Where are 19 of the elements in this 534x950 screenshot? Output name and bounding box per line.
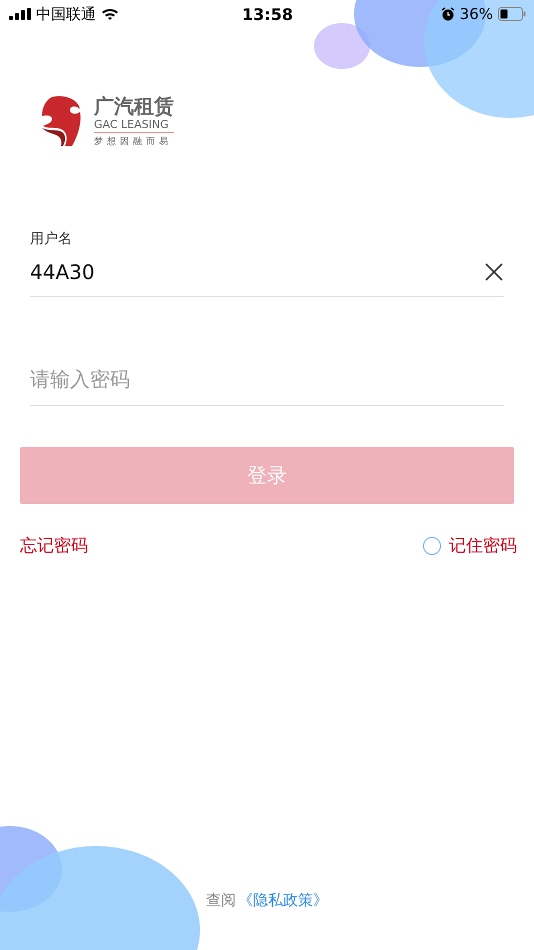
forgot-password-link[interactable]: 忘记密码	[20, 534, 88, 557]
status-time: 13:58	[242, 4, 293, 24]
password-field[interactable]: 请输入密码	[30, 367, 504, 391]
carrier-name: 中国联通	[36, 4, 96, 24]
brand-slogan: 梦想因融而易	[94, 136, 173, 148]
alarm-icon	[440, 7, 455, 21]
remember-label[interactable]: 记住密码	[449, 534, 517, 557]
battery-percent: 36%	[460, 5, 493, 23]
battery-icon	[498, 7, 526, 21]
brand-name: 广汽租赁	[94, 94, 174, 118]
footer-text: 查阅	[206, 891, 236, 910]
username-field[interactable]: 44A30	[30, 260, 484, 284]
privacy-link[interactable]: 《隐私政策》	[238, 891, 328, 910]
remember-checkbox[interactable]	[423, 536, 441, 554]
clear-icon[interactable]	[484, 262, 504, 282]
field-label: 用户名	[30, 230, 73, 248]
wifi-icon	[101, 7, 119, 21]
signal-icon	[9, 8, 31, 20]
brand-english: GAC LEASING	[94, 118, 174, 133]
